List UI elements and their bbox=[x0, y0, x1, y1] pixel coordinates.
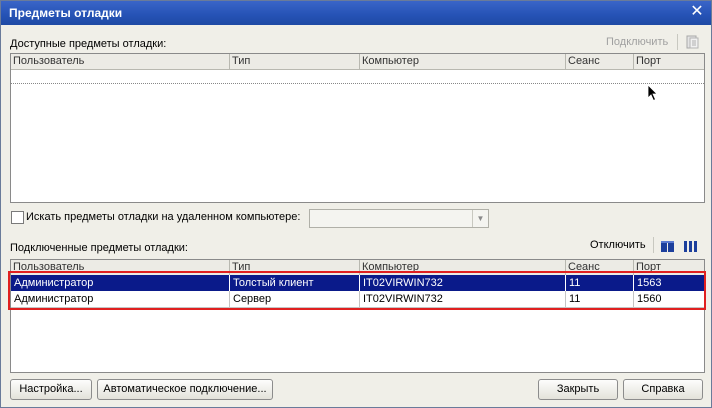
column-header-port[interactable]: Порт bbox=[634, 54, 704, 69]
column-header-type[interactable]: Тип bbox=[230, 54, 360, 69]
column-header-user[interactable]: Пользователь bbox=[11, 54, 230, 69]
mouse-cursor-icon bbox=[647, 84, 658, 102]
settings-button[interactable]: Настройка... bbox=[10, 379, 92, 400]
auto-connect-button[interactable]: Автоматическое подключение... bbox=[97, 379, 273, 400]
available-items-table[interactable]: Пользователь Тип Компьютер Сеанс Порт bbox=[10, 53, 705, 203]
columns-icon[interactable] bbox=[683, 238, 699, 254]
connected-items-label: Подключенные предметы отладки: bbox=[10, 242, 188, 254]
chevron-down-icon[interactable]: ▼ bbox=[472, 210, 488, 227]
toolbar-separator bbox=[653, 237, 654, 253]
document-icon[interactable] bbox=[684, 34, 700, 50]
column-header-computer[interactable]: Компьютер bbox=[360, 54, 566, 69]
connect-button[interactable]: Подключить bbox=[606, 36, 668, 48]
table-header: Пользователь Тип Компьютер Сеанс Порт bbox=[11, 54, 704, 70]
column-header-session[interactable]: Сеанс bbox=[566, 54, 634, 69]
close-button[interactable]: Закрыть bbox=[538, 379, 618, 400]
available-items-label: Доступные предметы отладки: bbox=[10, 38, 167, 50]
remote-computer-combobox[interactable]: ▼ bbox=[309, 209, 489, 228]
close-icon[interactable]: ✕ bbox=[689, 4, 705, 20]
table-settings-icon[interactable] bbox=[660, 238, 676, 254]
toolbar-separator bbox=[677, 34, 678, 50]
rows-highlight-box bbox=[8, 271, 706, 310]
title-bar: Предметы отладки ✕ bbox=[1, 1, 711, 25]
disconnect-button[interactable]: Отключить bbox=[590, 239, 646, 251]
debug-items-dialog: Предметы отладки ✕ Доступные предметы от… bbox=[0, 0, 712, 408]
remote-search-checkbox[interactable] bbox=[11, 211, 24, 224]
window-title: Предметы отладки bbox=[9, 6, 123, 20]
empty-row bbox=[11, 69, 704, 84]
help-button[interactable]: Справка bbox=[623, 379, 703, 400]
remote-search-label: Искать предметы отладки на удаленном ком… bbox=[26, 211, 301, 223]
